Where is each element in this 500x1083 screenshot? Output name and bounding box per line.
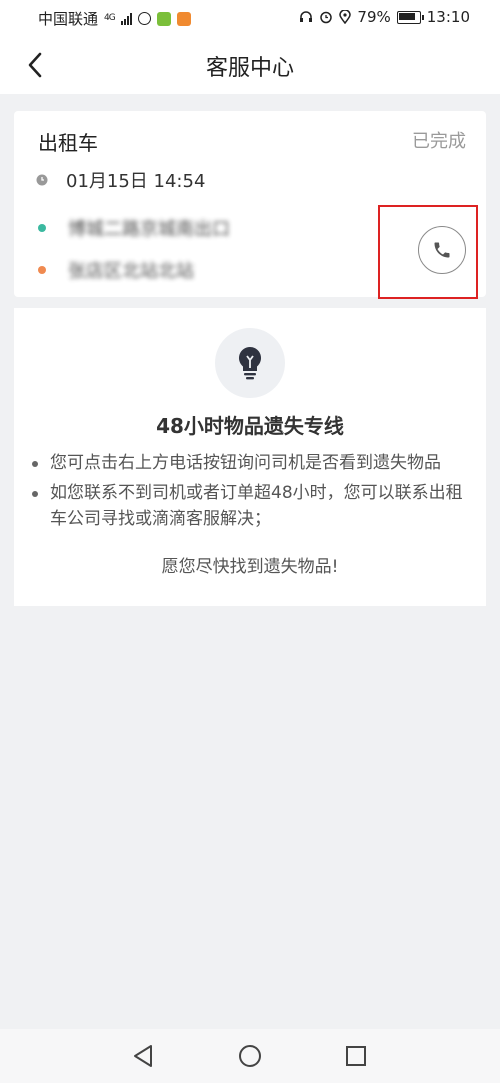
- lightbulb-icon: [238, 347, 262, 380]
- lost-item-info-card: 48小时物品遗失专线 您可点击右上方电话按钮询问司机是否看到遗失物品 如您联系不…: [14, 308, 486, 606]
- battery-percent: 79%: [357, 8, 391, 26]
- alarm-icon: [320, 11, 333, 24]
- green-app-icon: [156, 11, 171, 26]
- triangle-back-icon: [134, 1045, 152, 1067]
- info-list: 您可点击右上方电话按钮询问司机是否看到遗失物品 如您联系不到司机或者订单超48小…: [30, 450, 466, 536]
- call-driver-button[interactable]: [418, 226, 466, 274]
- system-recents-button[interactable]: [343, 1043, 369, 1069]
- system-navigation-bar: [0, 1029, 500, 1083]
- page-title: 客服中心: [205, 56, 294, 81]
- app-notification-icon: [137, 12, 151, 25]
- signal-icon: [120, 12, 132, 25]
- order-time: 01月15日 14:54: [66, 171, 206, 192]
- info-item: 您可点击右上方电话按钮询问司机是否看到遗失物品: [30, 450, 466, 476]
- order-time-row: 01月15日 14:54: [36, 167, 205, 193]
- bulb-badge: [215, 328, 285, 398]
- phone-icon: [434, 242, 450, 258]
- info-title: 48小时物品遗失专线: [156, 414, 344, 438]
- order-card[interactable]: 出租车 已完成 01月15日 14:54 博城二路京城南出口 张店区北站北站: [14, 111, 486, 297]
- pickup-address: 博城二路京城南出口: [68, 219, 230, 240]
- dropoff-row: 张店区北站北站: [38, 257, 194, 283]
- carrier-label: 中国联通: [38, 10, 99, 28]
- info-footer: 愿您尽快找到遗失物品!: [161, 557, 339, 577]
- clock-icon: [36, 174, 48, 186]
- status-left: 中国联通 4G: [38, 8, 191, 29]
- system-home-button[interactable]: [237, 1043, 263, 1069]
- info-item: 如您联系不到司机或者订单超48小时，您可以联系出租车公司寻找或滴滴客服解决；: [30, 480, 466, 532]
- headset-icon: [300, 11, 313, 22]
- order-type: 出租车: [38, 131, 98, 155]
- clock: 13:10: [426, 8, 470, 26]
- navigation-bar: 客服中心: [0, 36, 500, 94]
- pickup-row: 博城二路京城南出口: [38, 215, 230, 241]
- dropoff-address: 张店区北站北站: [68, 261, 194, 282]
- dropoff-dot-icon: [38, 266, 46, 274]
- square-recents-icon: [346, 1046, 366, 1066]
- battery-icon: [396, 10, 424, 24]
- circle-home-icon: [239, 1045, 261, 1067]
- pickup-dot-icon: [38, 224, 46, 232]
- network-type: 4G: [104, 13, 116, 23]
- system-back-button[interactable]: [130, 1043, 156, 1069]
- status-bar: 中国联通 4G 79% 13:10: [0, 0, 500, 36]
- location-icon: [339, 10, 352, 24]
- order-status: 已完成: [412, 131, 466, 152]
- orange-play-icon: [176, 11, 191, 26]
- status-right: 79% 13:10: [299, 8, 470, 26]
